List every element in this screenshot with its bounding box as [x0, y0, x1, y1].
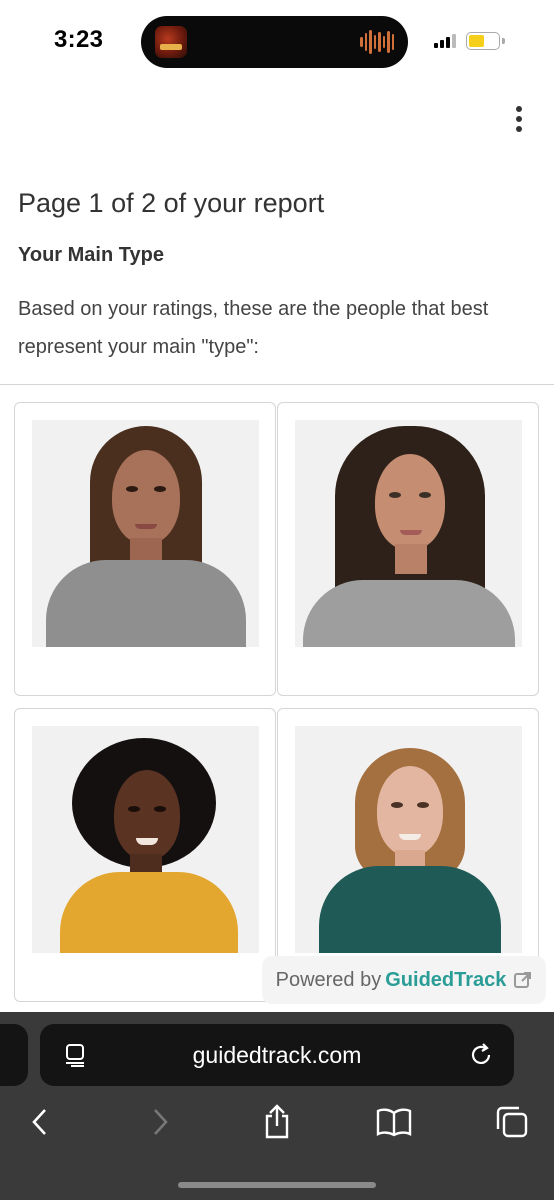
back-icon[interactable] [18, 1100, 62, 1144]
report-content: Page 1 of 2 of your report Your Main Typ… [0, 152, 554, 1012]
album-art-icon[interactable] [155, 26, 187, 58]
tabs-icon[interactable] [490, 1100, 534, 1144]
powered-by-brand: GuidedTrack [385, 968, 507, 991]
url-text: guidedtrack.com [192, 1042, 362, 1068]
cellular-signal-icon [434, 34, 456, 48]
report-description: Based on your ratings, these are the peo… [18, 298, 489, 358]
home-indicator[interactable] [178, 1182, 376, 1188]
battery-cap [502, 38, 505, 44]
dynamic-island[interactable] [141, 16, 408, 68]
previous-tab-preview[interactable] [0, 1024, 28, 1086]
share-icon[interactable] [255, 1100, 299, 1144]
type-card-3 [14, 708, 276, 1002]
status-bar: 3:23 [0, 0, 554, 84]
type-card-2 [277, 402, 539, 696]
type-card-1 [14, 402, 276, 696]
navigation-toolbar [0, 1100, 554, 1144]
bookmarks-icon[interactable] [372, 1100, 416, 1144]
waveform-icon [360, 30, 394, 54]
battery-icon [466, 32, 500, 50]
powered-by-link[interactable]: Powered by GuidedTrack [262, 956, 546, 1004]
powered-by-text: Powered by [275, 968, 382, 991]
browser-toolbar: guidedtrack.com [0, 1012, 554, 1200]
portrait-photo-2 [295, 420, 522, 647]
page-menu-icon[interactable] [62, 1042, 88, 1068]
forward-icon[interactable] [138, 1100, 182, 1144]
more-vertical-icon[interactable] [504, 106, 534, 132]
app-header [0, 84, 554, 152]
reload-icon[interactable] [468, 1042, 494, 1068]
portrait-photo-3 [32, 726, 259, 953]
external-link-icon [514, 972, 532, 988]
portrait-photo-4 [295, 726, 522, 953]
address-bar[interactable]: guidedtrack.com [40, 1024, 514, 1086]
status-time: 3:23 [54, 26, 104, 53]
page-title: Page 1 of 2 of your report [18, 188, 325, 218]
divider [0, 384, 554, 385]
portrait-photo-1 [32, 420, 259, 647]
section-title: Your Main Type [18, 244, 164, 266]
